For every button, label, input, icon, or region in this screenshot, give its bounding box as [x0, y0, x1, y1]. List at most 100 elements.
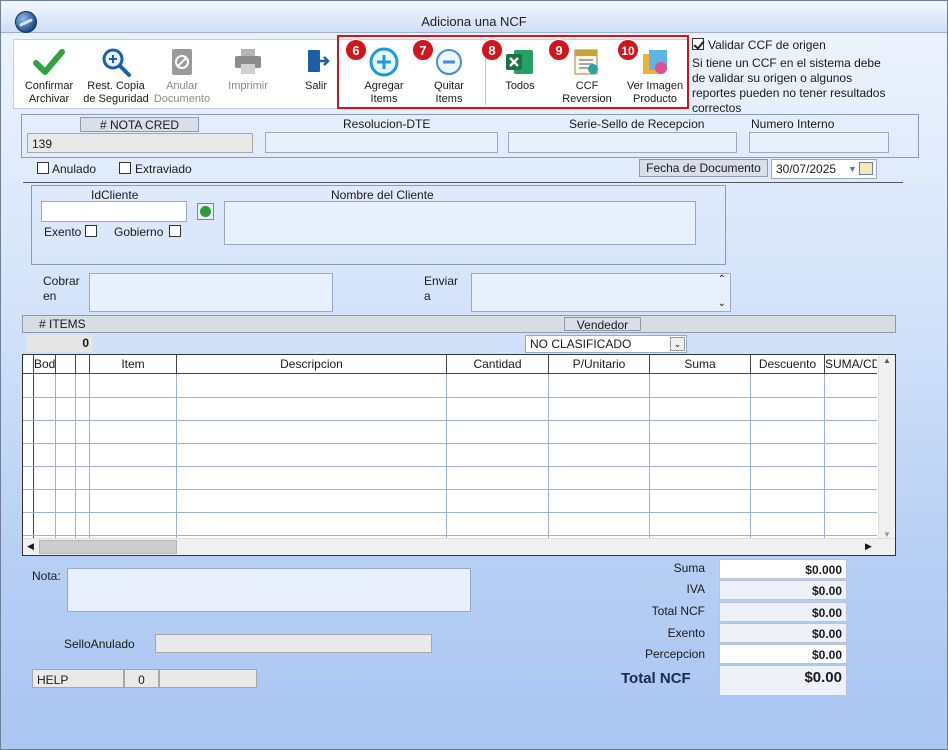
gobierno-checkbox[interactable]: [169, 225, 181, 237]
id-cliente-input[interactable]: [41, 201, 187, 222]
printer-icon: [235, 49, 261, 74]
chevron-down-icon[interactable]: ⌄: [670, 337, 685, 351]
gobierno-label: Gobierno: [114, 225, 164, 239]
items-grid[interactable]: Bodega Item Descripcion Cantidad P/Unita…: [22, 354, 896, 556]
grid-horizontal-scrollbar[interactable]: ◀ ▶: [23, 538, 895, 555]
zoom-search-icon: [102, 48, 131, 77]
numero-interno-label: Numero Interno: [751, 117, 835, 131]
nota-label: Nota:: [32, 569, 61, 583]
grid-col-2[interactable]: [56, 355, 76, 374]
items-count-value: 0: [27, 335, 93, 352]
exento-total-value: $0.00: [719, 623, 847, 643]
grid-col-item[interactable]: Item: [90, 355, 177, 374]
nota-textarea[interactable]: [67, 568, 471, 612]
id-cliente-label: IdCliente: [91, 188, 139, 202]
anulado-checkbox[interactable]: [37, 162, 49, 174]
print-button[interactable]: Imprimir: [218, 40, 278, 110]
suma-value: $0.000: [719, 559, 847, 579]
nota-cred-label: # NOTA CRED: [80, 117, 199, 132]
sello-anulado-field: [155, 634, 432, 653]
grid-hline: [23, 397, 877, 398]
status-count: 0: [124, 669, 159, 688]
grid-vline: [548, 374, 549, 540]
scroll-right-arrow-icon[interactable]: ▶: [865, 541, 872, 552]
status-blank: [159, 669, 257, 688]
checkmark-icon: [33, 49, 65, 75]
grid-vertical-scrollbar[interactable]: ▲ ▼: [878, 355, 895, 540]
cobrar-label-1: Cobrar: [43, 274, 80, 288]
grid-col-descripcion[interactable]: Descripcion: [177, 355, 447, 374]
scroll-up-icon[interactable]: ⌃: [718, 274, 726, 285]
fecha-value: 30/07/2025: [776, 162, 837, 176]
extraviado-checkbox[interactable]: [119, 162, 131, 174]
chevron-down-icon[interactable]: ▼: [848, 164, 857, 174]
help-status: HELP: [32, 669, 124, 688]
grid-col-cantidad[interactable]: Cantidad: [447, 355, 549, 374]
window-title: Adiciona una NCF: [421, 14, 527, 29]
validate-note-line-2: de validar su origen o algunos: [692, 71, 853, 85]
vendedor-select[interactable]: NO CLASIFICADO ⌄: [525, 335, 687, 353]
main-window: Adiciona una NCF Confirmar Archivar Rest.…: [0, 0, 948, 750]
percepcion-label: Percepcion: [644, 647, 705, 661]
grid-col-descuento[interactable]: Descuento: [751, 355, 825, 374]
serie-input[interactable]: [508, 132, 737, 153]
grid-col-suma-cd[interactable]: SUMA/CD: [825, 355, 877, 374]
check-circle-icon: [200, 206, 211, 217]
grid-hline: [23, 443, 877, 444]
serie-label: Serie-Sello de Recepcion: [569, 117, 705, 131]
iva-label: IVA: [686, 582, 705, 596]
anulado-label: Anulado: [52, 162, 97, 176]
exento-total-label: Exento: [667, 626, 705, 640]
grid-col-suma[interactable]: Suma: [650, 355, 751, 374]
grid-col-3[interactable]: [76, 355, 90, 374]
enviar-textarea[interactable]: ⌃ ⌄: [471, 273, 731, 312]
resolucion-input[interactable]: [265, 132, 498, 153]
total-ncf-label: Total NCF: [651, 604, 705, 618]
scroll-left-arrow-icon[interactable]: ◀: [27, 541, 34, 552]
restore-backup-button[interactable]: Rest. Copia de Seguridad: [80, 40, 152, 110]
grid-vline: [824, 374, 825, 540]
calendar-icon[interactable]: [859, 162, 873, 175]
fecha-picker[interactable]: 30/07/2025 ▼: [771, 159, 877, 179]
grid-vline: [55, 374, 56, 540]
nota-cred-value: 139: [27, 133, 253, 153]
divider: [23, 182, 903, 183]
validate-ccf-checkbox[interactable]: [692, 38, 704, 50]
grid-col-bodega[interactable]: Bodega: [34, 355, 56, 374]
verify-client-button[interactable]: [197, 203, 214, 220]
confirm-button[interactable]: Confirmar Archivar: [18, 40, 80, 110]
grid-hline: [23, 466, 877, 467]
exit-door-icon: [308, 50, 330, 72]
iva-value: $0.00: [719, 580, 847, 600]
suma-label: Suma: [673, 561, 705, 575]
exento-label: Exento: [44, 225, 82, 239]
grid-vline: [176, 374, 177, 540]
nombre-cliente-input[interactable]: [224, 201, 696, 245]
scroll-down-icon[interactable]: ⌄: [718, 298, 726, 309]
badge-10: 10: [617, 39, 639, 61]
scroll-thumb[interactable]: [39, 540, 177, 554]
title-bar: Adiciona una NCF: [1, 9, 947, 33]
badge-8: 8: [481, 39, 503, 61]
grid-hline: [23, 512, 877, 513]
numero-interno-input[interactable]: [749, 132, 889, 153]
validate-note-line-3: reportes pueden no tener resultados: [692, 86, 886, 100]
cobrar-input[interactable]: [89, 273, 333, 312]
scroll-up-arrow-icon[interactable]: ▲: [883, 356, 891, 365]
enviar-label-1: Enviar: [424, 274, 459, 288]
validate-note-line-1: Si tiene un CCF en el sistema debe: [692, 56, 881, 70]
sello-anulado-label: SelloAnulado: [64, 637, 135, 651]
resolucion-label: Resolucion-DTE: [343, 117, 431, 131]
exento-checkbox[interactable]: [85, 225, 97, 237]
grid-vline: [33, 374, 34, 540]
grid-hline: [23, 535, 877, 536]
enviar-label-2: a: [424, 289, 431, 303]
grid-col-punitario[interactable]: P/Unitario: [549, 355, 650, 374]
grid-vline: [89, 374, 90, 540]
fecha-label: Fecha de Documento: [639, 159, 768, 177]
grid-hline: [23, 420, 877, 421]
vendedor-label: Vendedor: [564, 317, 641, 332]
badge-9: 9: [548, 39, 570, 61]
cancel-document-button[interactable]: Anular Documento: [152, 40, 212, 110]
grid-vline: [446, 374, 447, 540]
